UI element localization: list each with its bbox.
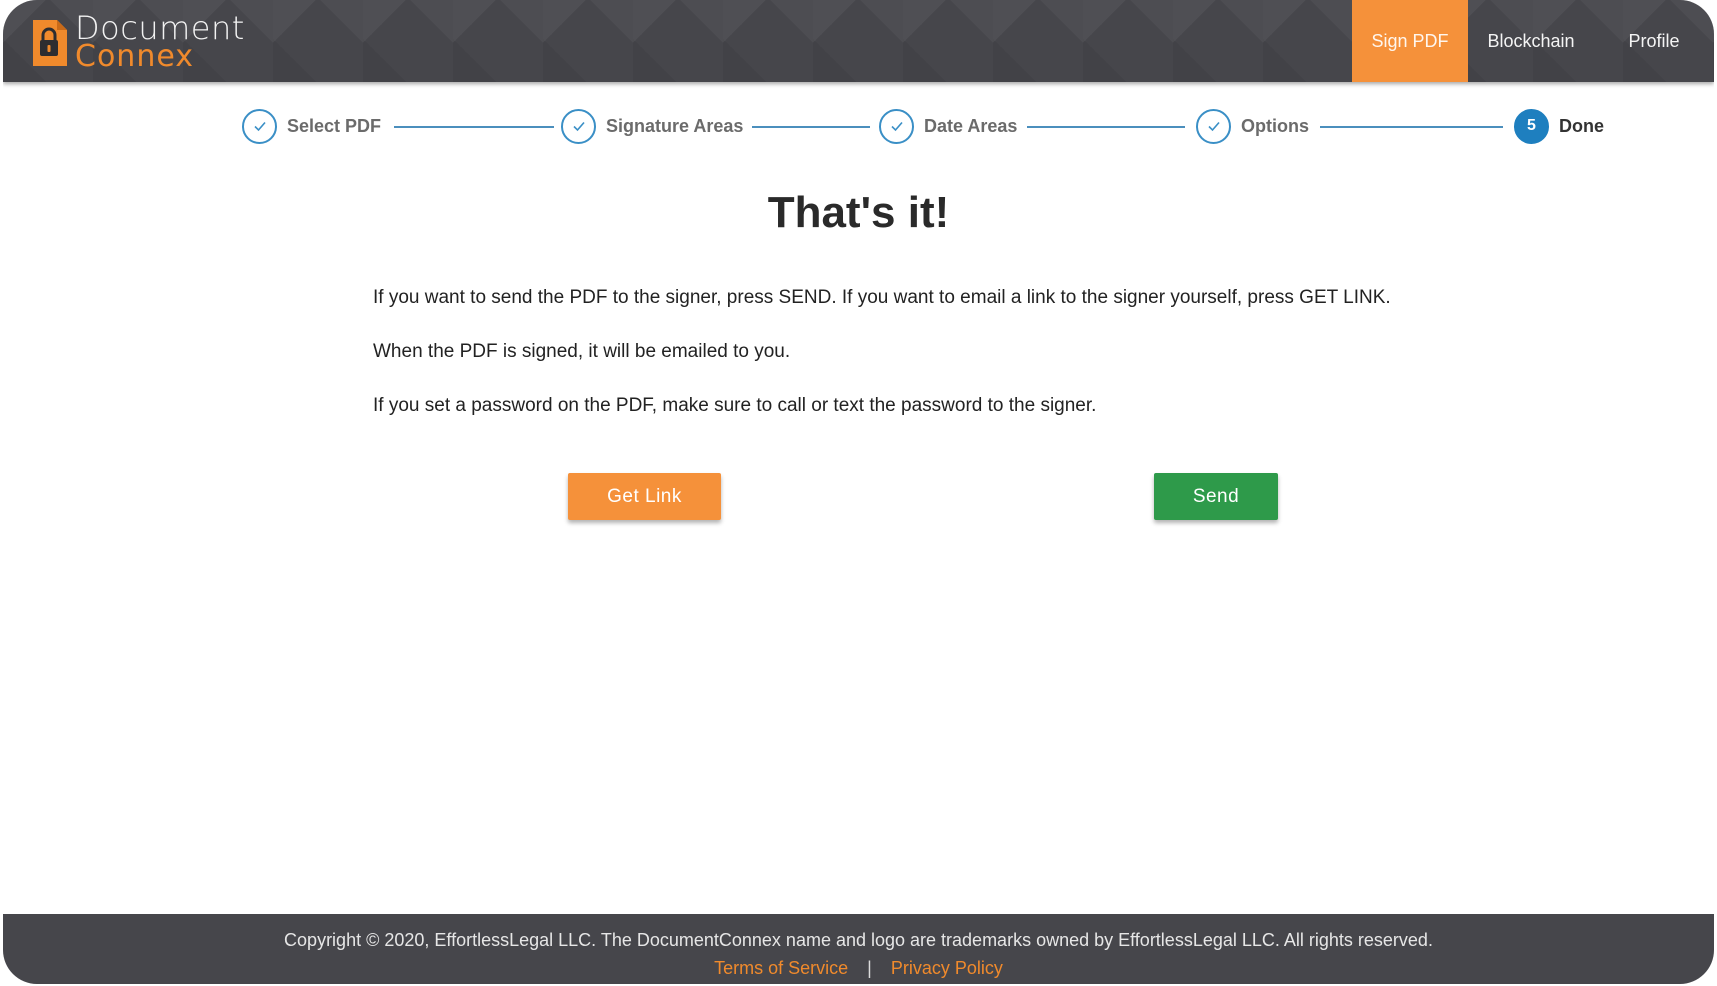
send-button[interactable]: Send (1154, 473, 1278, 520)
footer-links: Terms of Service | Privacy Policy (3, 958, 1714, 979)
get-link-button[interactable]: Get Link (568, 473, 721, 520)
step-signature-areas[interactable]: Signature Areas (561, 106, 743, 146)
copyright-text: Copyright © 2020, EffortlessLegal LLC. T… (284, 930, 1433, 950)
privacy-policy-link[interactable]: Privacy Policy (891, 958, 1003, 978)
step-number-badge: 5 (1514, 108, 1549, 144)
top-header: Document Connex Sign PDF Blockchain Prof… (3, 0, 1714, 82)
nav-profile[interactable]: Profile (1594, 0, 1714, 82)
checkmark-icon (879, 108, 914, 144)
step-connector (752, 126, 870, 128)
step-label: Signature Areas (606, 115, 744, 136)
page-footer: Copyright © 2020, EffortlessLegal LLC. T… (3, 914, 1714, 984)
step-label: Done (1559, 115, 1604, 136)
step-done[interactable]: 5 Done (1514, 106, 1604, 146)
footer-separator: | (867, 958, 872, 978)
checkmark-icon (561, 108, 596, 144)
instruction-signed-email: When the PDF is signed, it will be email… (373, 341, 791, 362)
step-options[interactable]: Options (1196, 106, 1309, 146)
logo[interactable]: Document Connex (31, 12, 245, 74)
step-date-areas[interactable]: Date Areas (879, 106, 1017, 146)
padlock-document-icon (33, 20, 67, 66)
logo-text-connex: Connex (75, 39, 195, 74)
progress-stepper: Select PDF Signature Areas Date Areas Op… (242, 106, 1612, 146)
app-frame: Document Connex Sign PDF Blockchain Prof… (3, 0, 1714, 984)
step-select-pdf[interactable]: Select PDF (242, 106, 381, 146)
checkmark-icon (242, 108, 277, 144)
nav-blockchain[interactable]: Blockchain (1468, 0, 1594, 82)
step-connector (1320, 126, 1503, 128)
page-title: That's it! (767, 188, 950, 237)
step-connector (1027, 126, 1185, 128)
checkmark-icon (1196, 108, 1231, 144)
instruction-password: If you set a password on the PDF, make s… (373, 395, 1097, 416)
step-label: Select PDF (287, 115, 382, 136)
main-nav: Sign PDF Blockchain Profile (1352, 0, 1714, 82)
instruction-send-or-link: If you want to send the PDF to the signe… (373, 287, 1391, 308)
step-connector (394, 126, 554, 128)
step-label: Date Areas (924, 115, 1018, 136)
terms-of-service-link[interactable]: Terms of Service (714, 958, 848, 978)
step-label: Options (1241, 115, 1309, 136)
nav-sign-pdf[interactable]: Sign PDF (1352, 0, 1468, 82)
